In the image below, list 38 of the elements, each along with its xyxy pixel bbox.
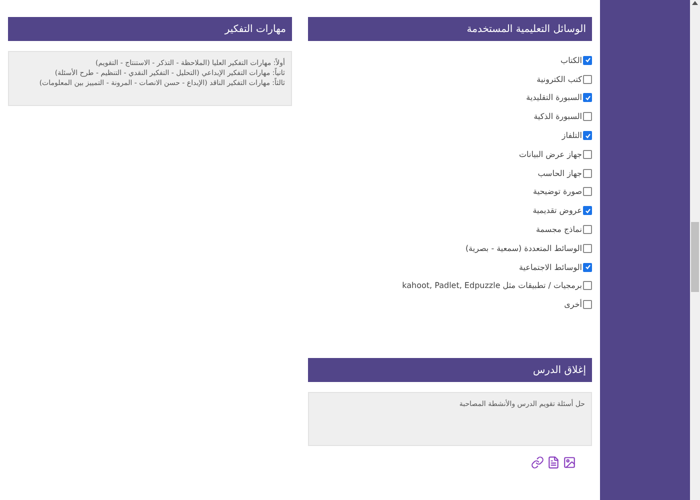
checkbox[interactable] bbox=[583, 281, 592, 290]
checkbox[interactable] bbox=[583, 187, 592, 196]
checkbox[interactable] bbox=[583, 300, 592, 310]
scrollbar-thumb[interactable] bbox=[691, 222, 699, 292]
checkbox-label: نماذج مجسمة bbox=[536, 225, 582, 234]
checkbox[interactable] bbox=[583, 244, 592, 253]
checkbox-label: التلفاز bbox=[562, 131, 582, 140]
checkbox[interactable] bbox=[583, 225, 592, 234]
checkbox[interactable] bbox=[583, 93, 592, 102]
section-header: إغلاق الدرس bbox=[308, 358, 592, 382]
checkbox-label: صورة توضيحية bbox=[533, 187, 582, 196]
link-icon[interactable] bbox=[531, 456, 544, 470]
checkbox[interactable] bbox=[583, 150, 592, 159]
checkbox[interactable] bbox=[583, 74, 592, 84]
checkbox-label: برمجيات / تطبيقات مثل kahoot, Padlet, Edpuzzle bbox=[402, 281, 582, 290]
image-icon[interactable] bbox=[563, 456, 576, 470]
text-area[interactable] bbox=[8, 51, 292, 106]
checkbox[interactable] bbox=[583, 168, 592, 178]
scroll-up-icon[interactable] bbox=[692, 1, 698, 5]
checkbox-label: الوسائط الاجتماعية bbox=[519, 262, 582, 272]
scrollbar[interactable] bbox=[690, 0, 700, 500]
pdf-file-icon[interactable] bbox=[547, 456, 560, 470]
section-header: مهارات التفكير bbox=[8, 17, 292, 41]
checkbox-label: جهاز الحاسب bbox=[538, 168, 582, 178]
checkbox-label: الوسائط المتعددة (سمعية - بصرية) bbox=[465, 244, 582, 253]
checkbox-label: الكتاب bbox=[560, 56, 582, 65]
checkbox-label: السبورة التقليدية bbox=[526, 93, 582, 102]
checkbox[interactable] bbox=[583, 56, 592, 65]
checkbox-label: أخرى bbox=[564, 300, 582, 310]
checkbox[interactable] bbox=[583, 262, 592, 272]
checkbox-label: جهاز عرض البيانات bbox=[519, 150, 582, 159]
checkbox[interactable] bbox=[583, 131, 592, 140]
checkbox[interactable] bbox=[583, 206, 592, 216]
checkbox[interactable] bbox=[583, 112, 592, 122]
checkbox-label: عروض تقديمية bbox=[532, 206, 582, 216]
checkbox-label: كتب الكترونية bbox=[536, 74, 582, 84]
checkbox-label: السبورة الذكية bbox=[534, 112, 582, 122]
section-header: الوسائل التعليمية المستخدمة bbox=[308, 17, 592, 41]
